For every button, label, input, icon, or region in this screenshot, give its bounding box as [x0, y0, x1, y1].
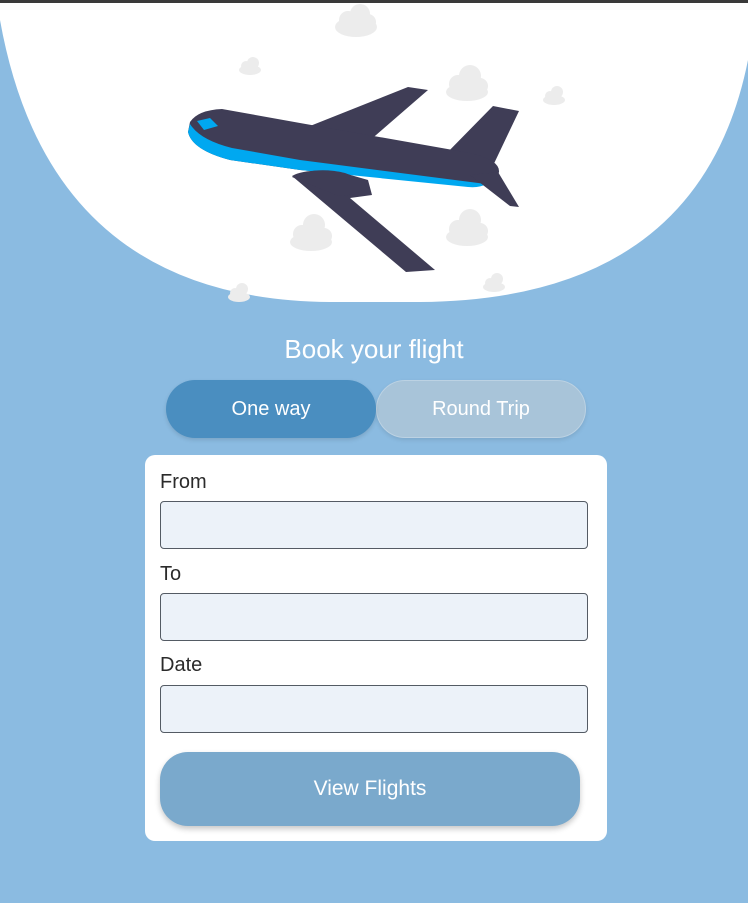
one-way-button[interactable]: One way	[166, 380, 376, 438]
window-top-edge	[0, 0, 748, 3]
booking-form-card: From To Date View Flights	[145, 455, 607, 841]
date-input[interactable]	[160, 685, 588, 733]
to-input[interactable]	[160, 593, 588, 641]
hero-illustration	[0, 0, 748, 310]
from-input[interactable]	[160, 501, 588, 549]
trip-type-toggle: One way Round Trip	[166, 380, 586, 438]
to-label: To	[160, 563, 182, 585]
date-label: Date	[160, 654, 203, 676]
round-trip-button[interactable]: Round Trip	[376, 380, 586, 438]
view-flights-button[interactable]: View Flights	[160, 752, 580, 826]
hero-svg	[0, 0, 748, 302]
from-label: From	[160, 471, 207, 493]
page-title: Book your flight	[284, 334, 464, 364]
